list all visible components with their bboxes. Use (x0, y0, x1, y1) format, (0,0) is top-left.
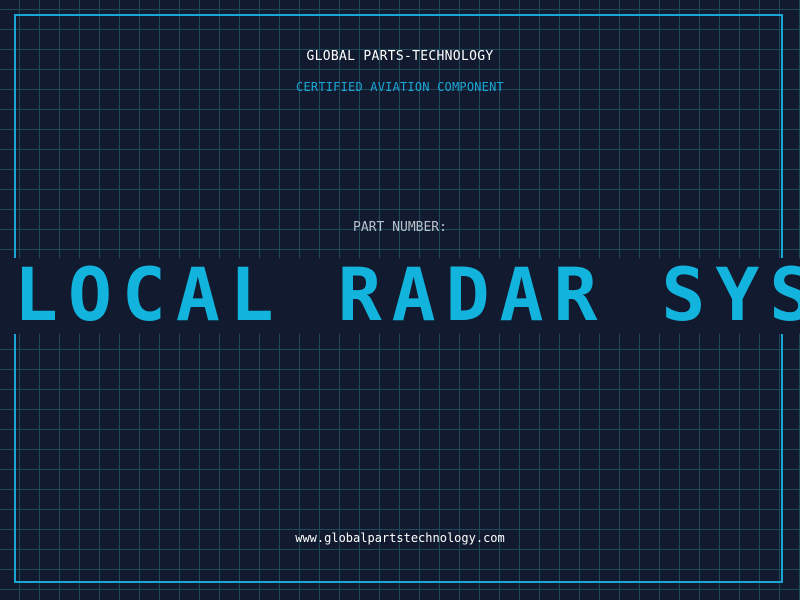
part-name: LOCAL RADAR SYSTEM (14, 258, 800, 334)
part-name-banner: LOCAL RADAR SYSTEM (0, 258, 800, 334)
part-number-label: PART NUMBER: (353, 220, 447, 235)
certificate-page: GLOBAL PARTS-TECHNOLOGY CERTIFIED AVIATI… (0, 0, 800, 600)
company-name: GLOBAL PARTS-TECHNOLOGY (306, 49, 494, 64)
website-link[interactable]: www.globalpartstechnology.com (0, 531, 800, 545)
certification-subtitle: CERTIFIED AVIATION COMPONENT (296, 80, 504, 94)
